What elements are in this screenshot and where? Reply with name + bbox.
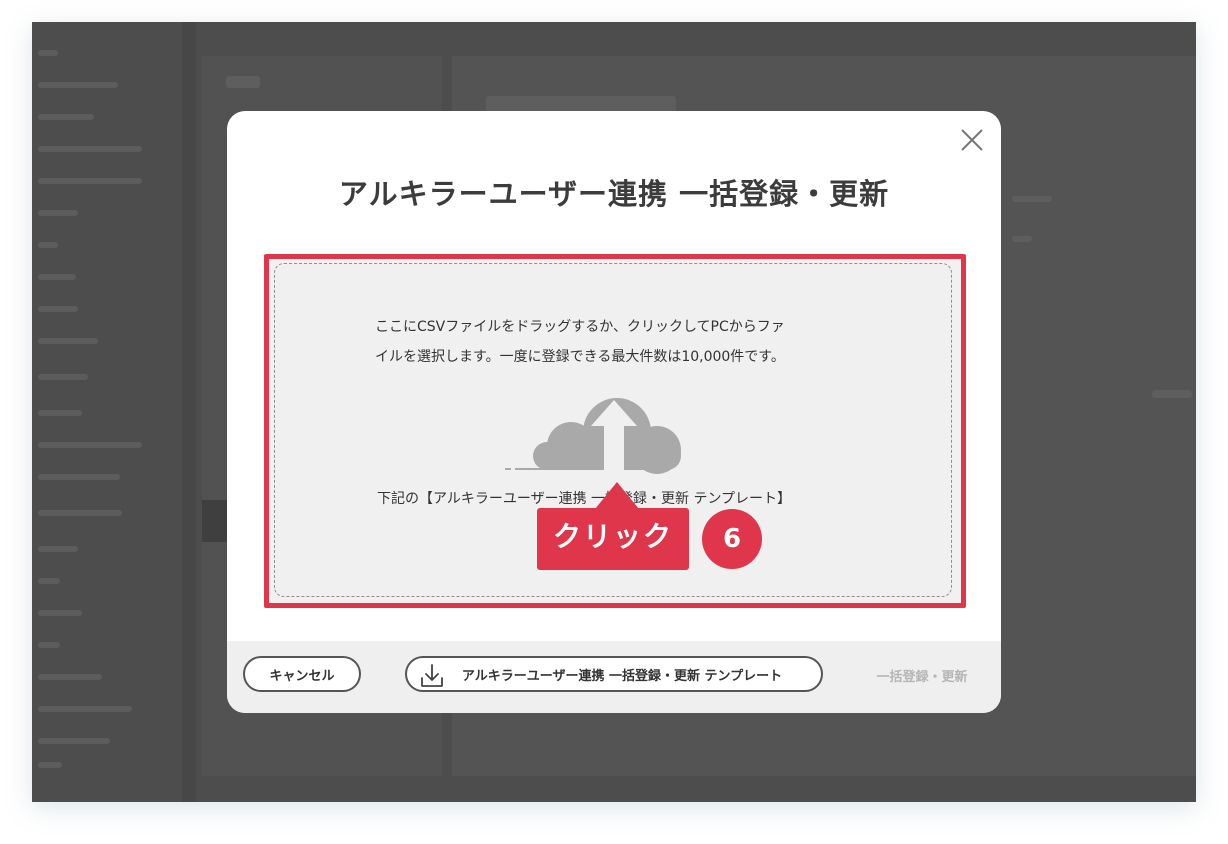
- modal-title: アルキラーユーザー連携 一括登録・更新: [338, 177, 890, 211]
- click-callout: クリック: [537, 482, 689, 570]
- cloud-upload-icon: [505, 398, 681, 478]
- bulk-import-modal: アルキラーユーザー連携 一括登録・更新 ここにCSVファイルをドラッグするか、ク…: [227, 111, 1001, 713]
- template-button-label: アルキラーユーザー連携 一括登録・更新 テンプレート: [461, 668, 783, 684]
- submit-bulk-button[interactable]: 一括登録・更新: [847, 666, 997, 685]
- background-button: [202, 500, 230, 542]
- dropzone-line-1: ここにCSVファイルをドラッグするか、クリックしてPCからファ: [375, 319, 785, 335]
- dropzone-highlight: ここにCSVファイルをドラッグするか、クリックしてPCからファ イルを選択します…: [264, 254, 966, 608]
- csv-dropzone[interactable]: ここにCSVファイルをドラッグするか、クリックしてPCからファ イルを選択します…: [274, 263, 952, 597]
- step-number-badge: 6: [702, 509, 762, 569]
- cancel-button-label: キャンセル: [269, 668, 335, 684]
- cancel-button[interactable]: キャンセル: [243, 656, 361, 692]
- dropzone-line-2: イルを選択します。一度に登録できる最大件数は10,000件です。: [375, 349, 785, 365]
- download-template-button[interactable]: アルキラーユーザー連携 一括登録・更新 テンプレート: [405, 656, 823, 692]
- dropzone-instructions: ここにCSVファイルをドラッグするか、クリックしてPCからファ イルを選択します…: [375, 312, 855, 372]
- background-divider: [182, 22, 196, 802]
- download-icon: [421, 664, 443, 687]
- modal-footer: キャンセル アルキラーユーザー連携 一括登録・更新 テンプレート 一括登録・更新: [227, 641, 1001, 713]
- background-sidebar: [32, 22, 182, 802]
- close-icon[interactable]: [959, 127, 985, 153]
